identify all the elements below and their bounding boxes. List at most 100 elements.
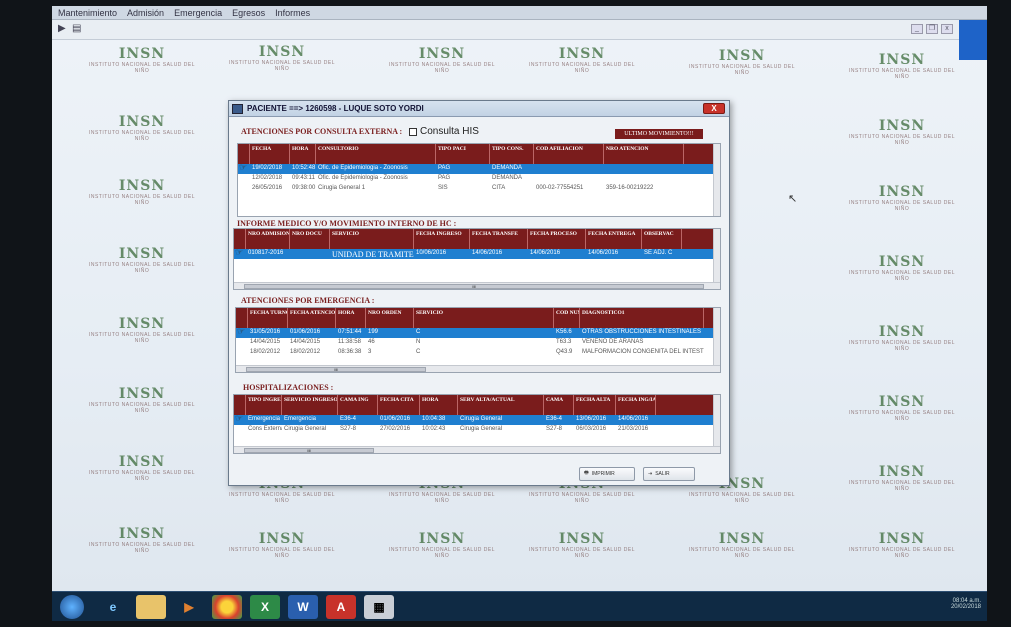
- column-header[interactable]: NRO ADMISION: [246, 229, 290, 249]
- watermark-subtext: INSTITUTO NACIONAL DE SALUD DEL NIÑO: [688, 492, 796, 504]
- row-gutter: [238, 174, 250, 184]
- table-row[interactable]: 18/02/2012 18/02/2012 08:36:38 3 C Q43.9 MALFO…: [236, 348, 720, 358]
- table-cell: VENENO DE ARAÑAS: [582, 339, 644, 345]
- table-cell: 14/04/2015: [250, 339, 281, 345]
- salir-button[interactable]: ⇥ SALIR: [643, 467, 695, 481]
- column-header[interactable]: COD AFILIACION: [534, 144, 604, 164]
- dialog-close-button[interactable]: X: [703, 103, 725, 114]
- close-window-icon[interactable]: x: [941, 24, 953, 34]
- table-row[interactable]: 14/04/2015 14/04/2015 11:38:58 46 N T63.3 VENE…: [236, 338, 720, 348]
- media-player-icon[interactable]: ▶: [174, 595, 204, 619]
- minimize-icon[interactable]: _: [911, 24, 923, 34]
- checkbox-box[interactable]: [409, 127, 417, 136]
- word-icon[interactable]: W: [288, 595, 318, 619]
- file-explorer-icon[interactable]: [136, 595, 166, 619]
- emergencia-section-title: ATENCIONES POR EMERGENCIA :: [241, 296, 375, 305]
- column-header[interactable]: FECHA INGRESO: [414, 229, 470, 249]
- imprimir-button[interactable]: 🖶 IMPRIMIR: [579, 467, 635, 481]
- vertical-scrollbar[interactable]: [713, 395, 720, 453]
- vertical-scrollbar[interactable]: [713, 229, 720, 289]
- table-cell: 14/06/2016: [618, 416, 649, 422]
- scrollbar-thumb[interactable]: III: [244, 448, 374, 453]
- table-row[interactable]: Cons Externa Cirugia General S27-8 27/02/20…: [234, 425, 720, 435]
- watermark-logo-text: INSN: [718, 48, 766, 64]
- column-header[interactable]: FECHA: [250, 144, 290, 164]
- column-header[interactable]: NRO ATENCION: [604, 144, 684, 164]
- column-header[interactable]: FECHA CITA: [378, 395, 420, 415]
- column-header[interactable]: HORA: [420, 395, 458, 415]
- column-header[interactable]: TIPO PACI: [436, 144, 490, 164]
- excel-icon[interactable]: X: [250, 595, 280, 619]
- column-header[interactable]: CAMA: [544, 395, 574, 415]
- hospitalizacion-grid[interactable]: TIPO INGRESOSERVICIO INGRESOCAMA INGFECH…: [233, 394, 721, 454]
- column-header[interactable]: DIAGNOSTICO1: [580, 308, 704, 328]
- scrollbar-thumb[interactable]: III: [246, 367, 426, 372]
- column-header[interactable]: TIPO CONS.: [490, 144, 534, 164]
- column-header[interactable]: NRO DOCU: [290, 229, 330, 249]
- table-cell: Cirugia General: [284, 426, 327, 432]
- tray-date[interactable]: 20/02/2018: [951, 604, 981, 610]
- menu-admision[interactable]: Admisión: [127, 6, 164, 19]
- watermark-logo: INSNINSTITUTO NACIONAL DE SALUD DEL NIÑO: [842, 184, 962, 224]
- app-window-icon[interactable]: ▦: [364, 595, 394, 619]
- column-header[interactable]: OBSERVAC: [642, 229, 682, 249]
- table-cell: [534, 174, 604, 184]
- restore-icon[interactable]: ❐: [926, 24, 938, 34]
- dialog-title-bar: PACIENTE ==> 1260598 - LUQUE SOTO YORDI …: [229, 101, 729, 117]
- column-header[interactable]: FECHA ALTA: [574, 395, 616, 415]
- menu-informes[interactable]: Informes: [275, 6, 310, 19]
- menu-mantenimiento[interactable]: Mantenimiento: [58, 6, 117, 19]
- horizontal-scrollbar[interactable]: III: [236, 365, 720, 372]
- emergencia-grid[interactable]: FECHA TURNO FECHA ATENCION HORA NRO ORDEN SE…: [235, 307, 721, 373]
- table-cell: C: [416, 349, 421, 355]
- watermark-subtext: INSTITUTO NACIONAL DE SALUD DEL NIÑO: [88, 470, 196, 482]
- table-row[interactable]: ☞ 010817-2016 UNIDAD DE TRAMITE D 10/06/201…: [234, 249, 720, 259]
- internet-explorer-icon[interactable]: e: [98, 595, 128, 619]
- column-header[interactable]: HORA: [336, 308, 366, 328]
- chrome-icon[interactable]: [212, 595, 242, 619]
- column-header[interactable]: CONSULTORIO: [316, 144, 436, 164]
- vertical-scrollbar[interactable]: [713, 308, 720, 372]
- column-header[interactable]: SERVICIO: [414, 308, 554, 328]
- start-button-icon[interactable]: [60, 595, 84, 619]
- menu-egresos[interactable]: Egresos: [232, 6, 265, 19]
- watermark-logo: INSNINSTITUTO NACIONAL DE SALUD DEL NIÑO: [522, 531, 642, 571]
- menu-emergencia[interactable]: Emergencia: [174, 6, 222, 19]
- vertical-scrollbar[interactable]: [713, 144, 720, 216]
- column-header[interactable]: COD NUM DIAGN: [554, 308, 580, 328]
- acrobat-icon[interactable]: A: [326, 595, 356, 619]
- column-header[interactable]: SERV ALTA/ACTUAL: [458, 395, 544, 415]
- watermark-logo: INSNINSTITUTO NACIONAL DE SALUD DEL NIÑO: [82, 46, 202, 86]
- consulta-his-checkbox[interactable]: Consulta HIS: [409, 126, 479, 137]
- toolbar-page-icon[interactable]: ▤: [72, 23, 84, 35]
- column-header[interactable]: FECHA TRANSFE: [470, 229, 528, 249]
- column-header[interactable]: FECHA ENTREGA: [586, 229, 642, 249]
- column-header[interactable]: SERVICIO: [330, 229, 414, 249]
- watermark-logo-text: INSN: [878, 52, 926, 68]
- horizontal-scrollbar[interactable]: III: [234, 446, 720, 453]
- table-row[interactable]: ☞ 19/02/2018 10:52:48 Ofic. de Epidemiologi…: [238, 164, 720, 174]
- monitor-screen: Mantenimiento Admisión Emergencia Egreso…: [0, 0, 1011, 627]
- column-header[interactable]: FECHA ATENCION: [288, 308, 336, 328]
- watermark-subtext: INSTITUTO NACIONAL DE SALUD DEL NIÑO: [848, 68, 956, 80]
- column-header[interactable]: TIPO INGRESO: [246, 395, 282, 415]
- table-row[interactable]: 12/02/2018 09:43:11 Ofic. de Epidemiologia…: [238, 174, 720, 184]
- informe-grid[interactable]: NRO ADMISION NRO DOCU SERVICIO FECHA INGRES…: [233, 228, 721, 290]
- table-row[interactable]: ☞ Emergencia Emergencia E36-4 01/06/2016 10:0…: [234, 415, 720, 425]
- table-row[interactable]: 26/05/2016 09:38:00 Cirugia General 1 SIS CI…: [238, 184, 720, 194]
- column-header[interactable]: CAMA ING: [338, 395, 378, 415]
- column-header[interactable]: SERVICIO INGRESO: [282, 395, 338, 415]
- table-cell: 09:38:00: [292, 185, 316, 191]
- column-header[interactable]: NRO ORDEN: [366, 308, 414, 328]
- column-header[interactable]: FECHA ING/IA: [616, 395, 656, 415]
- table-row[interactable]: ☞ 31/05/2016 01/06/2016 07:51:44 199 C K56.6 OT…: [236, 328, 720, 338]
- column-header[interactable]: FECHA PROCESO: [528, 229, 586, 249]
- toolbar-arrow-icon[interactable]: ▶: [58, 23, 70, 35]
- watermark-subtext: INSTITUTO NACIONAL DE SALUD DEL NIÑO: [388, 492, 496, 504]
- table-cell: 14/06/2016: [588, 250, 619, 256]
- column-header[interactable]: FECHA TURNO: [248, 308, 288, 328]
- horizontal-scrollbar[interactable]: III: [234, 282, 720, 289]
- consulta-grid[interactable]: FECHA HORA CONSULTORIO TIPO PACI TIPO CONS. C…: [237, 143, 721, 217]
- scrollbar-thumb[interactable]: III: [244, 284, 704, 289]
- column-header[interactable]: HORA: [290, 144, 316, 164]
